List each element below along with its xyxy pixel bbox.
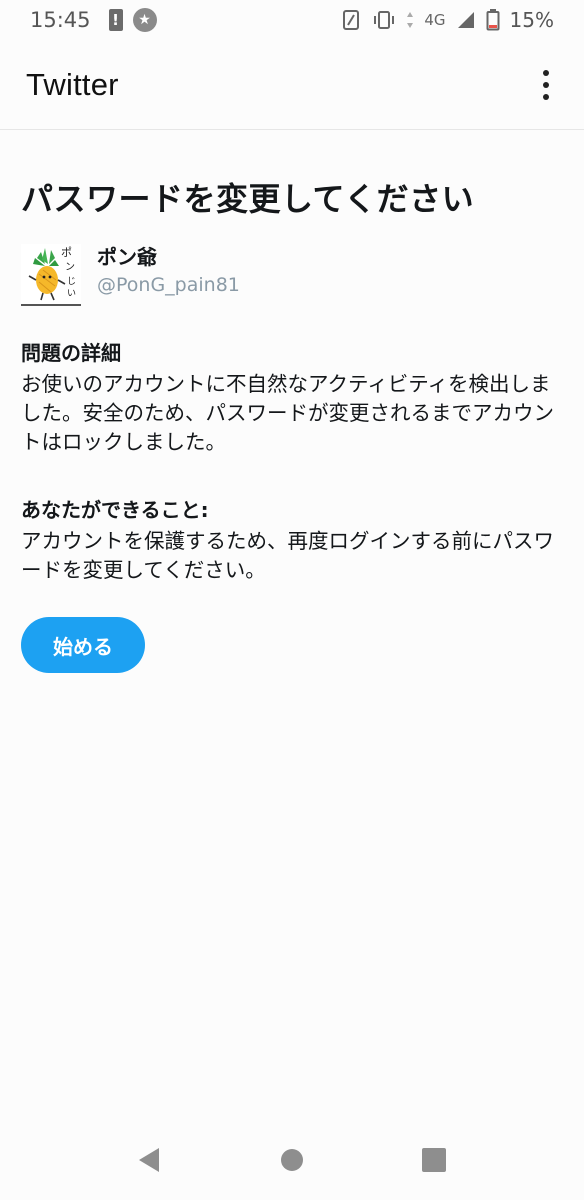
more-options-button[interactable] — [528, 63, 564, 107]
back-button[interactable] — [135, 1145, 165, 1175]
account-row: ポ ン じ い ポン爺 @PonG_pain81 — [21, 244, 564, 306]
recents-icon — [422, 1148, 446, 1172]
account-names: ポン爺 @PonG_pain81 — [97, 244, 240, 300]
app-bar: Twitter — [0, 40, 584, 130]
svg-text:ポ: ポ — [61, 246, 72, 259]
status-right: 4G 15% — [342, 8, 554, 32]
start-button[interactable]: 始める — [21, 617, 145, 673]
account-handle: @PonG_pain81 — [97, 274, 240, 296]
actions-section: あなたができること: アカウントを保護するため、再度ログインする前にパスワードを… — [21, 497, 564, 585]
back-icon — [139, 1148, 159, 1172]
home-button[interactable] — [277, 1145, 307, 1175]
actions-heading: あなたができること: — [21, 498, 209, 522]
more-vertical-icon-dot — [543, 93, 549, 100]
avatar: ポ ン じ い — [21, 244, 81, 306]
signal-icon — [456, 10, 476, 30]
vibrate-icon — [372, 10, 396, 30]
network-type: 4G — [424, 11, 446, 29]
details-section: 問題の詳細 お使いのアカウントに不自然なアクティビティを検出しました。安全のため… — [21, 340, 564, 457]
more-vertical-icon-dot — [543, 81, 549, 88]
star-badge-icon: ★ — [132, 8, 157, 32]
svg-text:い: い — [67, 289, 76, 299]
battery-percent: 15% — [509, 8, 554, 32]
recents-button[interactable] — [419, 1145, 449, 1175]
main-content: パスワードを変更してください ポ ン じ い ポン爺 @PonG_pain81 … — [0, 130, 584, 673]
battery-icon — [486, 9, 500, 31]
screen: 15:45 ! ★ 4G 15% Twitter パスワードを変更してください … — [0, 0, 584, 1200]
app-title: Twitter — [26, 66, 119, 102]
actions-body: アカウントを保護するため、再度ログインする前にパスワードを変更してください。 — [21, 529, 554, 582]
status-bar: 15:45 ! ★ 4G 15% — [0, 0, 584, 40]
more-vertical-icon — [543, 69, 549, 76]
home-icon — [281, 1149, 303, 1171]
system-nav-bar — [0, 1120, 584, 1200]
account-display-name: ポン爺 — [97, 245, 157, 269]
details-body: お使いのアカウントに不自然なアクティビティを検出しました。安全のため、パスワード… — [21, 372, 554, 454]
notification-alert-icon: ! — [108, 9, 123, 31]
svg-text:ン: ン — [65, 262, 75, 273]
data-arrows-icon — [406, 10, 414, 30]
status-time: 15:45 — [30, 8, 91, 32]
svg-text:じ: じ — [67, 276, 76, 287]
page-title: パスワードを変更してください — [21, 180, 475, 218]
details-heading: 問題の詳細 — [21, 341, 121, 365]
nfc-icon — [342, 9, 362, 31]
status-left: 15:45 ! ★ — [30, 8, 157, 32]
pineapple-avatar-icon: ポ ン じ い — [28, 246, 76, 301]
